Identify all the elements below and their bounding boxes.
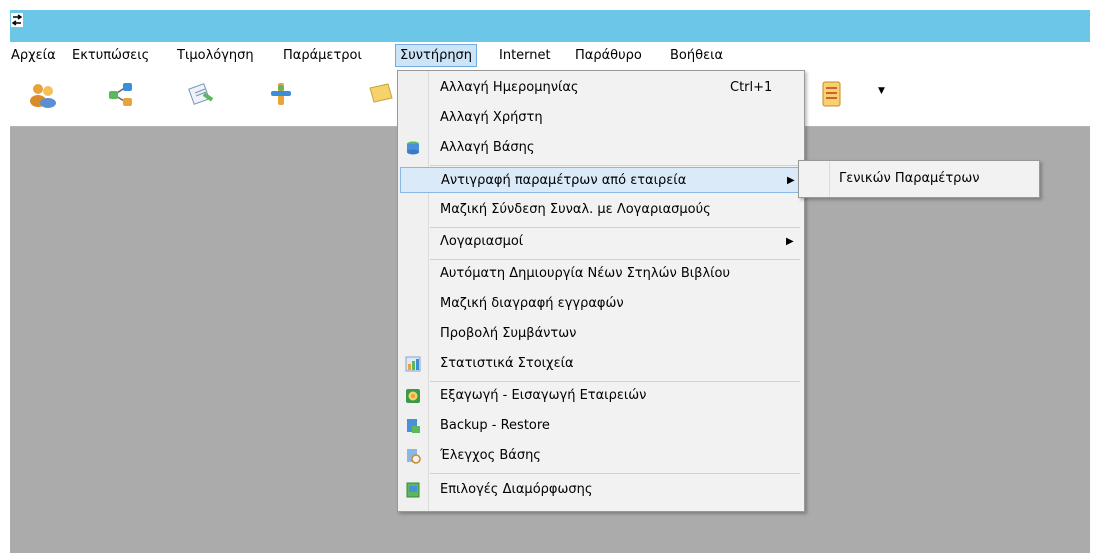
accounts-label: Λογαριασμοί — [440, 234, 524, 249]
change-user-label: Αλλαγή Χρήστη — [440, 110, 543, 125]
export-import-label: Εξαγωγή - Εισαγωγή Εταιρειών — [440, 388, 647, 403]
note-icon[interactable] — [366, 80, 396, 108]
menu-item-export-import[interactable]: Εξαγωγή - Εισαγωγή Εταιρειών — [400, 383, 800, 409]
settings-sheet-icon — [406, 482, 420, 498]
configuration-options-label: Επιλογές Διαμόρφωσης — [440, 482, 593, 497]
general-parameters-label: Γενικών Παραμέτρων — [839, 171, 980, 186]
auto-create-columns-label: Αυτόματη Δημιουργία Νέων Στηλών Βιβλίου — [440, 266, 731, 281]
menu-item-change-database[interactable]: Αλλαγή Βάσης — [400, 135, 800, 161]
menu-internet[interactable]: Internet — [495, 45, 555, 66]
change-date-shortcut: Ctrl+1 — [730, 80, 773, 95]
copy-parameters-submenu: Γενικών Παραμέτρων — [798, 160, 1040, 198]
menu-separator — [430, 259, 800, 260]
menu-maintenance[interactable]: Συντήρηση — [395, 44, 478, 67]
app-icon[interactable] — [11, 13, 23, 27]
submenu-arrow-icon: ▶ — [787, 175, 795, 186]
backup-icon — [407, 419, 420, 433]
statistics-icon — [405, 356, 421, 372]
checklist-icon[interactable] — [816, 80, 846, 108]
menu-item-mass-delete[interactable]: Μαζική διαγραφή εγγραφών — [400, 291, 800, 317]
menu-prints[interactable]: Εκτυπώσεις — [68, 45, 153, 66]
mass-link-label: Μαζική Σύνδεση Συναλ. με Λογαριασμούς — [440, 202, 711, 217]
menu-item-check-database[interactable]: Έλεγχος Βάσης — [400, 443, 800, 469]
menu-separator — [430, 165, 800, 166]
view-events-label: Προβολή Συμβάντων — [440, 326, 577, 341]
change-database-label: Αλλαγή Βάσης — [440, 140, 535, 155]
menu-item-copy-parameters[interactable]: Αντιγραφή παραμέτρων από εταιρεία ▶ — [400, 167, 800, 193]
menu-item-backup-restore[interactable]: Backup - Restore — [400, 413, 800, 439]
document-pen-icon[interactable] — [186, 80, 216, 108]
pin-icon[interactable] — [266, 80, 296, 108]
menu-item-change-date[interactable]: Αλλαγή Ημερομηνίας Ctrl+1 — [400, 75, 800, 101]
check-database-label: Έλεγχος Βάσης — [440, 448, 541, 463]
menu-separator — [430, 227, 800, 228]
database-check-icon — [407, 449, 421, 464]
menu-window[interactable]: Παράθυρο — [571, 45, 646, 66]
maintenance-dropdown: Αλλαγή Ημερομηνίας Ctrl+1 Αλλαγή Χρήστη … — [397, 70, 805, 512]
menu-files[interactable]: Αρχεία — [7, 45, 60, 66]
statistics-label: Στατιστικά Στοιχεία — [440, 356, 574, 371]
menu-separator — [430, 381, 800, 382]
menu-item-mass-link[interactable]: Μαζική Σύνδεση Συναλ. με Λογαριασμούς — [400, 197, 800, 223]
menu-item-view-events[interactable]: Προβολή Συμβάντων — [400, 321, 800, 347]
dropdown-arrow-icon[interactable]: ▼ — [878, 86, 885, 96]
submenu-icon-gutter — [799, 161, 830, 197]
menu-separator — [430, 473, 800, 474]
network-icon[interactable] — [106, 80, 136, 108]
copy-parameters-label: Αντιγραφή παραμέτρων από εταιρεία — [441, 173, 687, 188]
menu-bar: Αρχεία Εκτυπώσεις Τιμολόγηση Παράμετροι … — [10, 42, 1090, 70]
menu-item-accounts[interactable]: Λογαριασμοί ▶ — [400, 229, 800, 255]
menu-help[interactable]: Βοήθεια — [666, 45, 727, 66]
title-bar — [10, 10, 1090, 42]
users-icon[interactable] — [28, 80, 58, 108]
mass-delete-label: Μαζική διαγραφή εγγραφών — [440, 296, 624, 311]
database-icon — [407, 141, 419, 155]
menu-item-auto-create-columns[interactable]: Αυτόματη Δημιουργία Νέων Στηλών Βιβλίου — [400, 261, 800, 287]
menu-invoicing[interactable]: Τιμολόγηση — [173, 45, 258, 66]
export-import-icon — [406, 389, 420, 403]
backup-restore-label: Backup - Restore — [440, 418, 550, 433]
menu-item-configuration-options[interactable]: Επιλογές Διαμόρφωσης — [400, 477, 800, 503]
submenu-arrow-icon: ▶ — [786, 236, 794, 247]
menu-parameters[interactable]: Παράμετροι — [279, 45, 366, 66]
menu-item-change-user[interactable]: Αλλαγή Χρήστη — [400, 105, 800, 131]
menu-item-statistics[interactable]: Στατιστικά Στοιχεία — [400, 351, 800, 377]
change-date-label: Αλλαγή Ημερομηνίας — [440, 80, 579, 95]
